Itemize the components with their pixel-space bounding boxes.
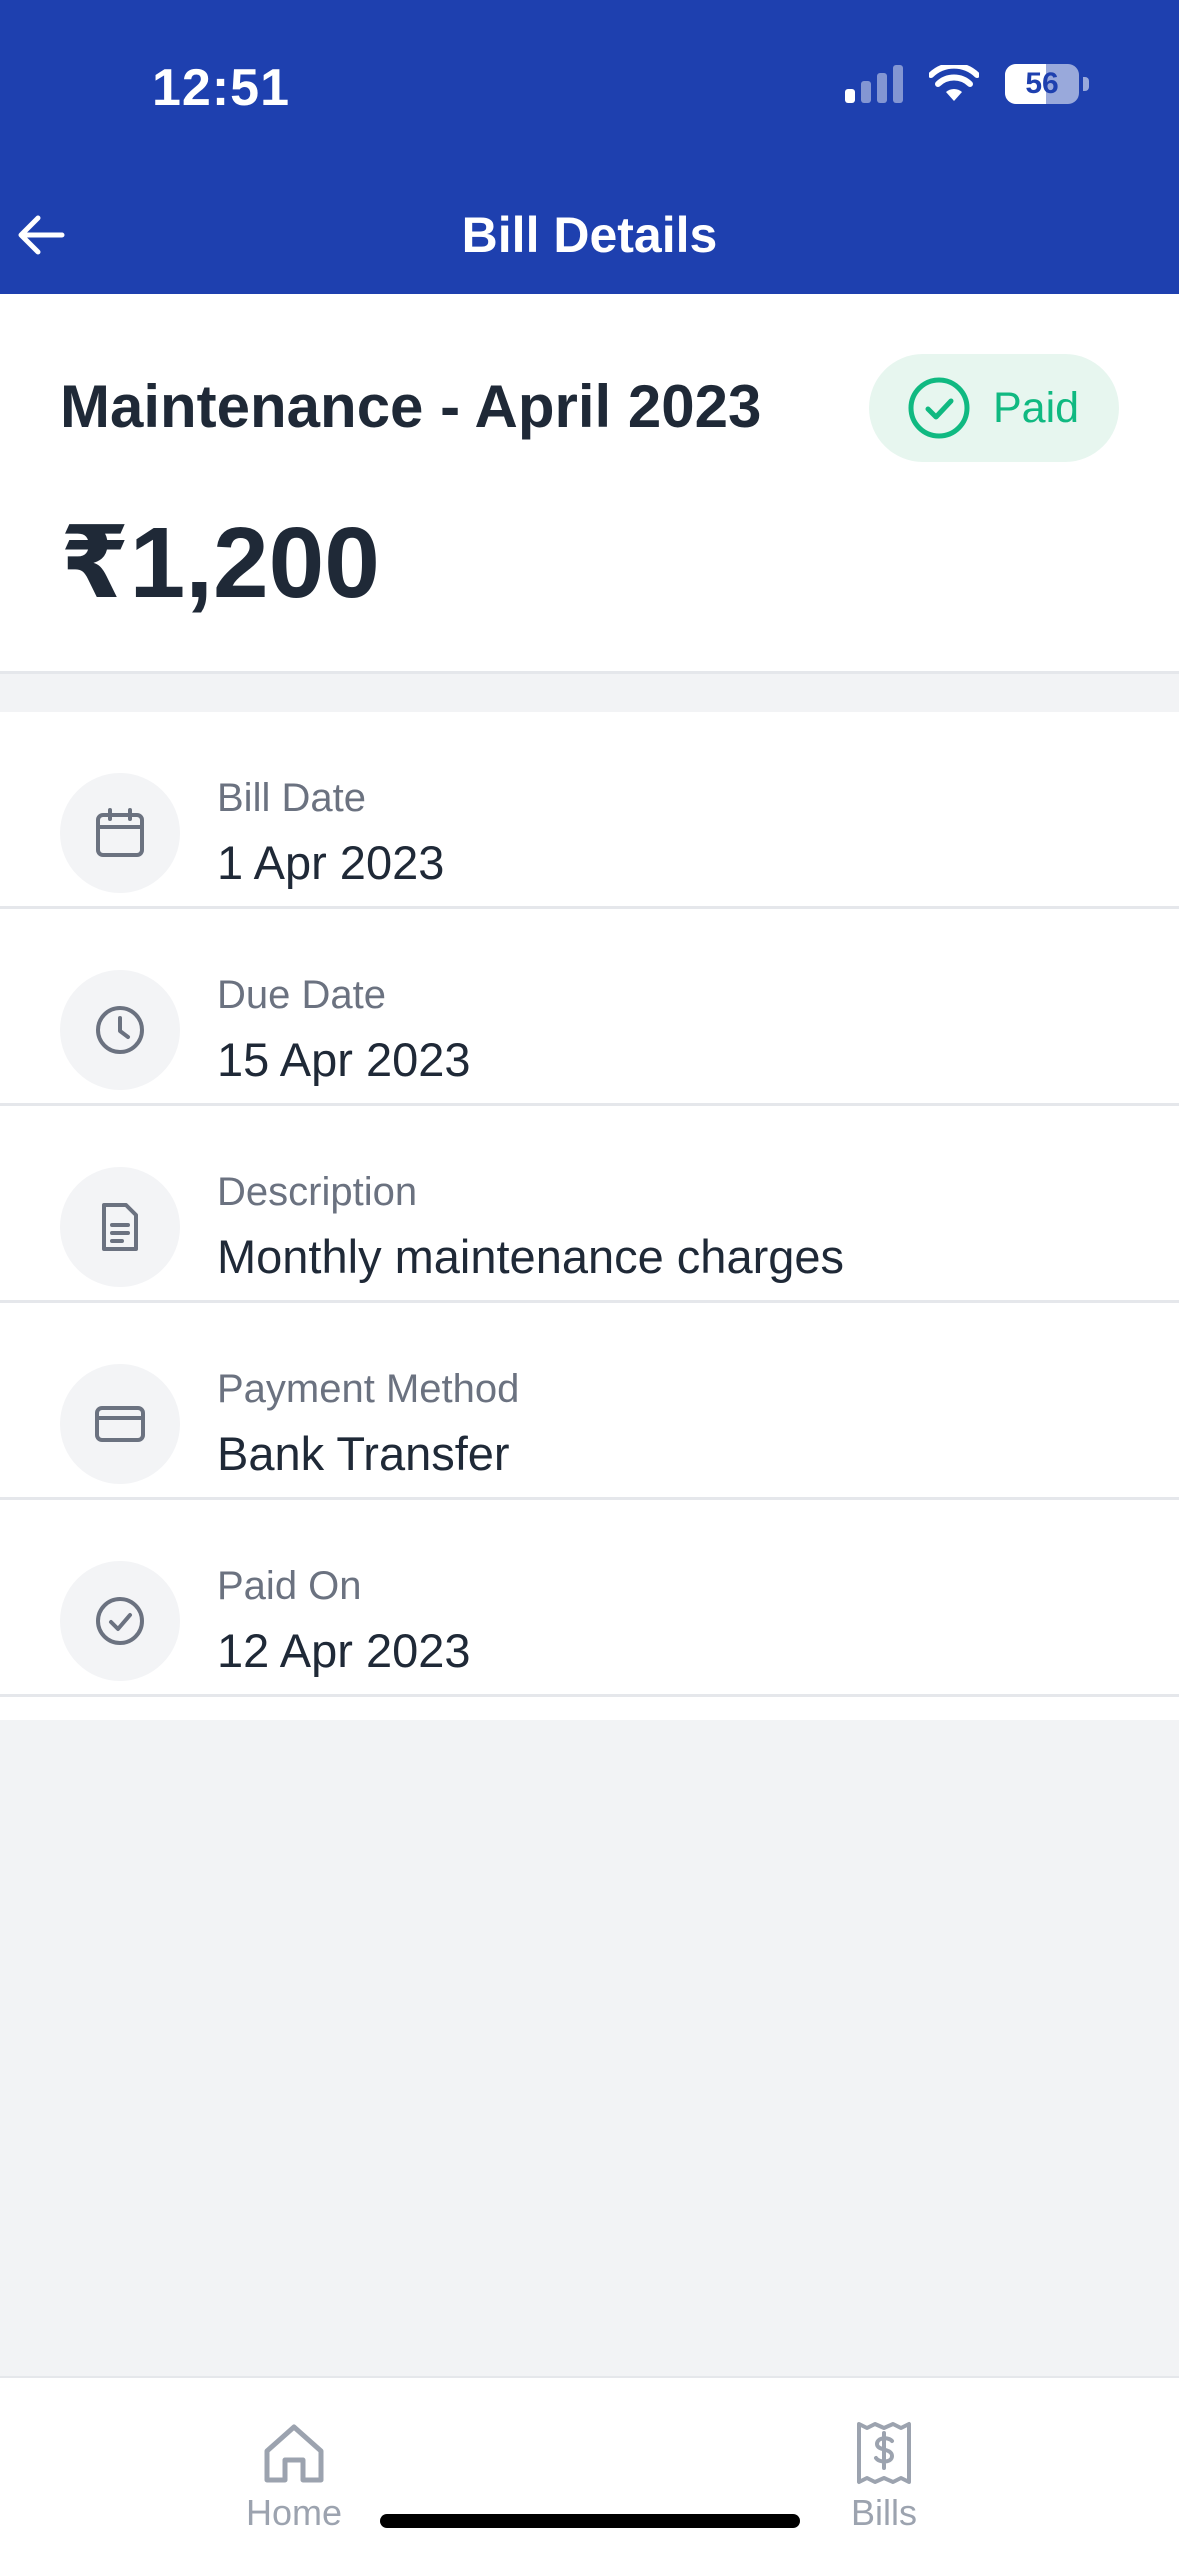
detail-icon-wrap xyxy=(60,970,180,1090)
nav-item-label: Bills xyxy=(850,2492,917,2533)
detail-icon-wrap xyxy=(60,773,180,893)
detail-icon-wrap xyxy=(60,1561,180,1681)
status-badge: Paid xyxy=(869,354,1119,462)
document-icon xyxy=(102,1203,138,1251)
detail-row-bill-date: Bill Date 1 Apr 2023 xyxy=(0,712,1179,909)
nav-item-home[interactable]: Home xyxy=(204,2418,384,2534)
detail-label: Description xyxy=(217,1170,418,1214)
nav-item-label: Home xyxy=(245,2492,343,2533)
bottom-nav: Home Bills xyxy=(0,2376,1179,2556)
detail-value: Bank Transfer xyxy=(217,1427,510,1480)
detail-row-payment-method: Payment Method Bank Transfer xyxy=(0,1303,1179,1500)
detail-label: Payment Method xyxy=(217,1367,520,1411)
bill-summary-card: Maintenance - April 2023 Paid ₹1,200 xyxy=(0,294,1179,674)
cellular-signal-icon xyxy=(845,65,903,103)
status-badge-label: Paid xyxy=(993,383,1080,432)
bill-title: Maintenance - April 2023 xyxy=(60,373,762,440)
bill-receipt-icon xyxy=(857,2422,911,2484)
home-icon xyxy=(264,2424,324,2483)
app-bar: 12:51 56 Bill Details xyxy=(0,0,1179,294)
battery-level: 56 xyxy=(1025,67,1059,100)
check-circle-icon xyxy=(908,377,970,439)
detail-icon-wrap xyxy=(60,1167,180,1287)
bill-details-screen: 12:51 56 Bill Details Maintenance - Apri… xyxy=(0,0,1179,2556)
detail-row-paid-on: Paid On 12 Apr 2023 xyxy=(0,1500,1179,1697)
calendar-icon xyxy=(96,808,144,857)
detail-label: Paid On xyxy=(217,1564,362,1608)
detail-label: Bill Date xyxy=(217,776,366,820)
detail-value: 12 Apr 2023 xyxy=(217,1624,471,1677)
detail-value: Monthly maintenance charges xyxy=(217,1230,845,1283)
wifi-icon xyxy=(929,65,979,101)
status-icons: 56 xyxy=(845,64,1089,104)
detail-label: Due Date xyxy=(217,973,386,1017)
detail-value: 1 Apr 2023 xyxy=(217,836,445,889)
credit-card-icon xyxy=(95,1406,145,1442)
bill-details-list: Bill Date 1 Apr 2023 Due Date 15 Apr 202… xyxy=(0,712,1179,1720)
nav-item-bills[interactable]: Bills xyxy=(794,2418,974,2534)
status-time: 12:51 xyxy=(152,59,290,117)
detail-icon-wrap xyxy=(60,1364,180,1484)
detail-row-description: Description Monthly maintenance charges xyxy=(0,1106,1179,1303)
battery-icon: 56 xyxy=(1005,64,1089,104)
home-indicator[interactable] xyxy=(380,2514,800,2528)
check-circle-icon xyxy=(96,1597,144,1645)
page-title: Bill Details xyxy=(461,207,718,263)
clock-icon xyxy=(96,1006,144,1054)
detail-row-due-date: Due Date 15 Apr 2023 xyxy=(0,909,1179,1106)
detail-value: 15 Apr 2023 xyxy=(217,1033,471,1086)
bill-amount: ₹1,200 xyxy=(60,507,380,619)
